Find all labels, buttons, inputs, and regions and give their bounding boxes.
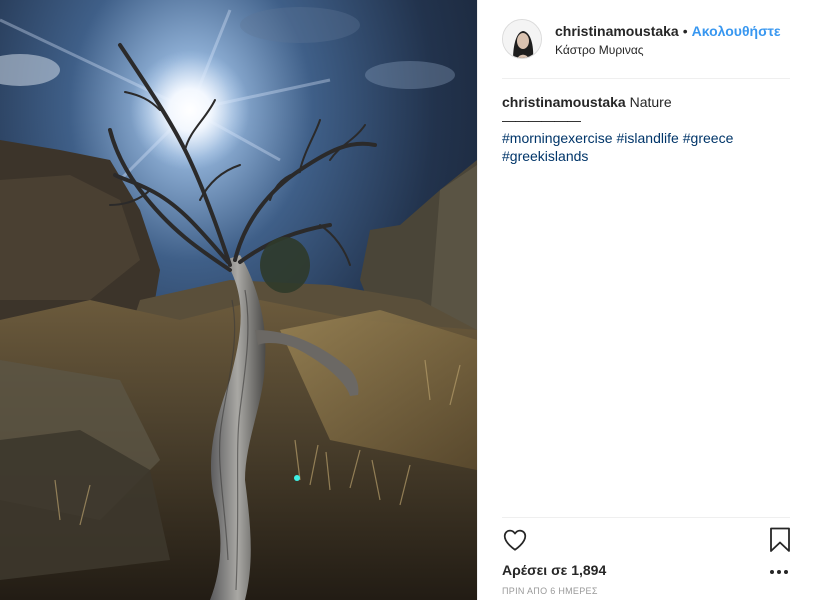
caption-username[interactable]: christinamoustaka [502,94,626,110]
hashtag-link[interactable]: #islandlife [617,130,679,146]
header-divider [502,78,790,79]
hashtag-link[interactable]: #greekislands [502,148,588,164]
post-header: christinamoustaka • Ακολουθήστε Κάστρο Μυρ… [502,19,790,63]
bookmark-outline-icon [770,527,790,552]
tree-photo-image [0,0,477,600]
save-button[interactable] [768,527,792,553]
more-options-icon[interactable] [768,564,790,580]
likes-count[interactable]: Αρέσει σε 1,894 [502,562,606,578]
post-timestamp: ΠΡΙΝ ΑΠΟ 6 ΗΜΕΡΕΣ [502,586,598,596]
actions-divider [502,517,790,518]
like-button[interactable] [502,527,528,553]
more-options-dots [770,570,788,574]
post-caption: christinamoustaka Nature —————— #morning… [502,93,790,165]
header-user-line: christinamoustaka • Ακολουθήστε [555,23,781,39]
post-photo[interactable] [0,0,477,600]
username-link[interactable]: christinamoustaka [555,23,679,39]
location-link[interactable]: Κάστρο Μυρινας [555,43,644,57]
post-details-panel: christinamoustaka • Ακολουθήστε Κάστρο Μυρ… [477,0,813,600]
caption-separator-line: —————— [502,112,581,128]
heart-outline-icon [503,529,527,551]
caption-text: Nature [629,94,672,110]
follow-button[interactable]: Ακολουθήστε [692,23,781,39]
avatar[interactable] [502,19,542,59]
caption-hashtags: #morningexercise #islandlife #greece #greek… [502,129,790,165]
hashtag-link[interactable]: #greece [683,130,734,146]
hashtag-link[interactable]: #morningexercise [502,130,613,146]
avatar-image [503,20,541,58]
header-separator: • [682,23,688,39]
